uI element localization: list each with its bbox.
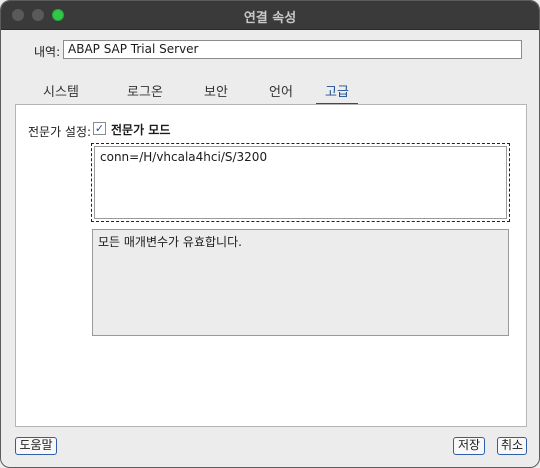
tab-bar: 시스템 로그온 보안 언어 고급 (1, 85, 539, 105)
checkmark-icon: ✓ (94, 122, 105, 135)
expert-mode-checkbox[interactable]: ✓ (93, 122, 106, 135)
window-title: 연결 속성 (243, 11, 297, 26)
tab-security[interactable]: 보안 (201, 85, 231, 103)
save-button[interactable]: 저장 (453, 437, 485, 455)
description-label: 내역: (34, 45, 61, 59)
expert-settings-label: 전문가 설정: (28, 125, 92, 139)
tab-logon[interactable]: 로그온 (123, 85, 167, 103)
connection-string-textarea[interactable]: conn=/H/vhcala4hci/S/3200 (94, 146, 507, 219)
help-button[interactable]: 도움말 (15, 437, 57, 455)
validation-status-box: 모든 매개변수가 유효합니다. (92, 229, 509, 336)
title-bar[interactable]: 연결 속성 (1, 1, 539, 30)
tab-language[interactable]: 언어 (266, 85, 296, 103)
description-input[interactable]: ABAP SAP Trial Server (63, 40, 522, 59)
expert-mode-label[interactable]: 전문가 모드 (111, 121, 170, 138)
connection-properties-window: 연결 속성 내역: ABAP SAP Trial Server 시스템 로그온 … (0, 0, 540, 468)
cancel-button[interactable]: 취소 (497, 437, 527, 455)
tab-advanced[interactable]: 고급 (316, 85, 358, 105)
connection-string-focus-ring: conn=/H/vhcala4hci/S/3200 (91, 143, 510, 222)
tab-system[interactable]: 시스템 (35, 85, 87, 103)
